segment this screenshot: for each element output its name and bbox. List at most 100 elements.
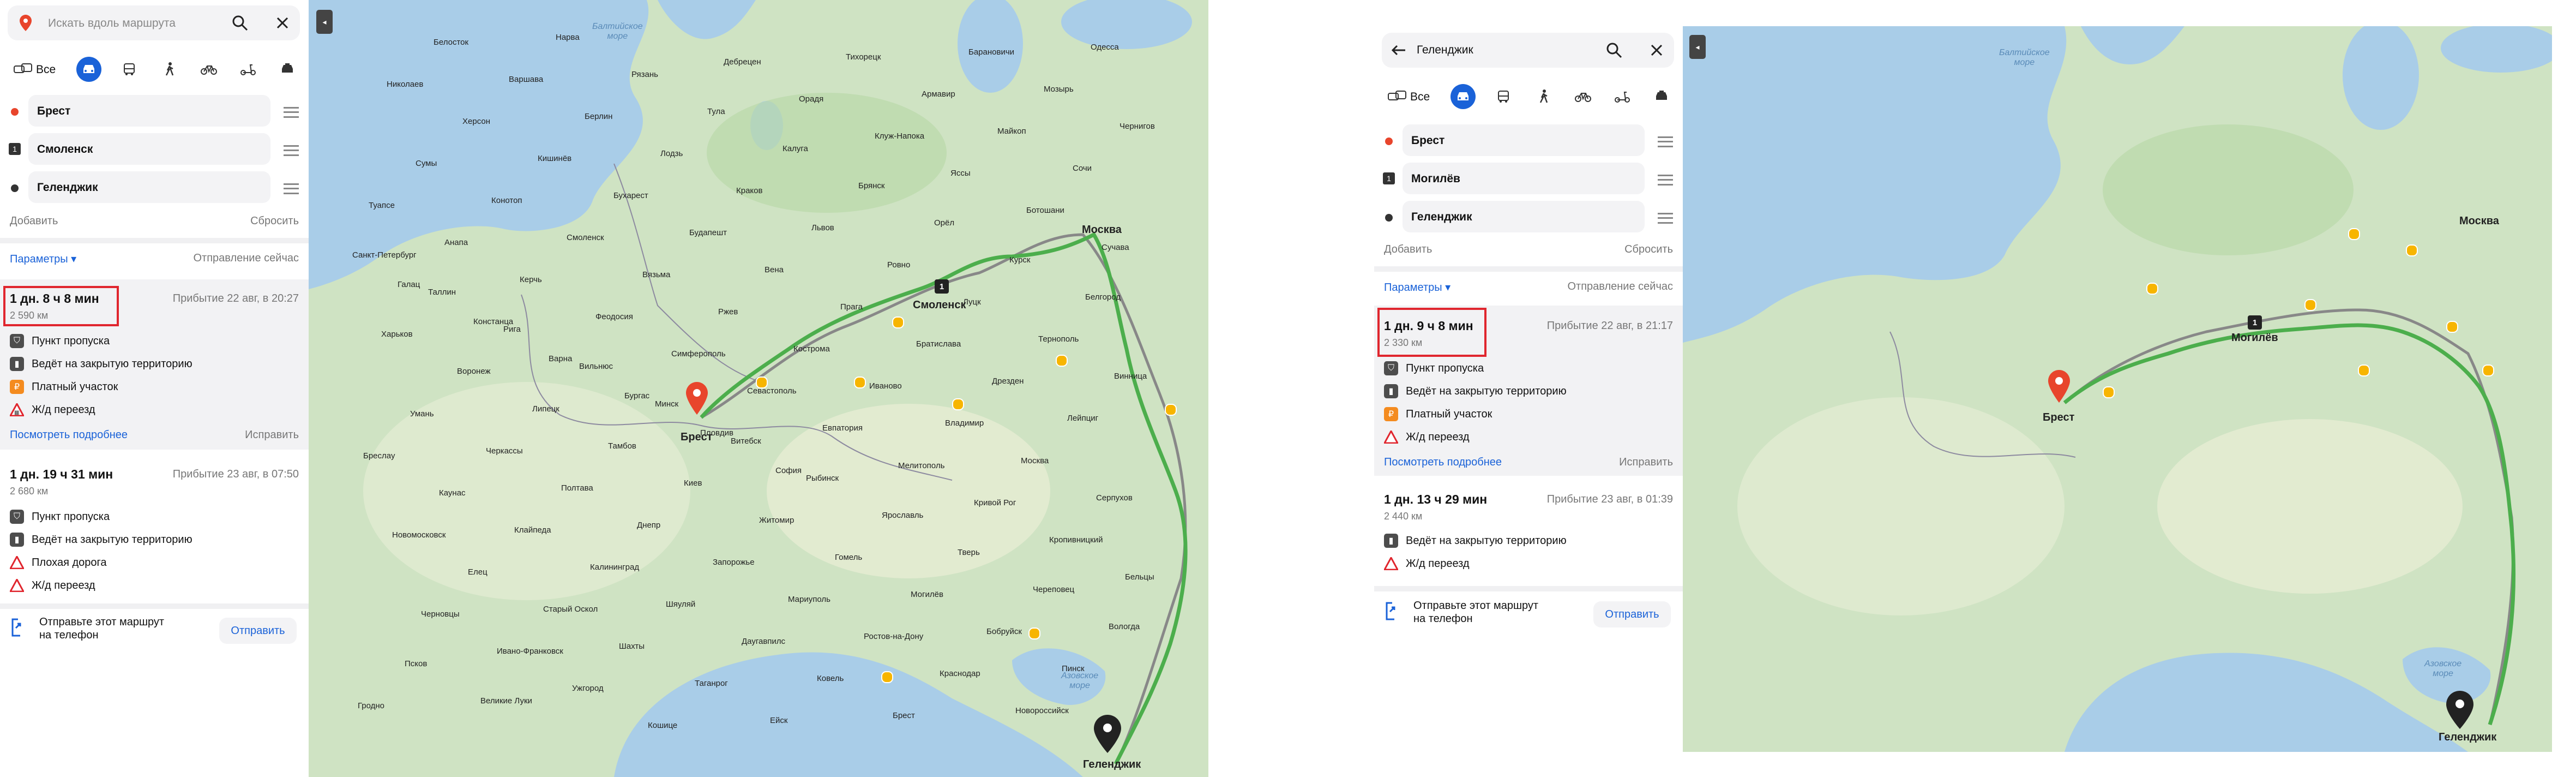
poi-marker[interactable] (2406, 244, 2418, 256)
parameters-dropdown[interactable]: Параметры ▾ (1384, 280, 1450, 294)
waypoint-field[interactable]: Брест (1403, 124, 1645, 156)
waypoint-field[interactable]: Брест (28, 95, 270, 127)
drag-handle-icon[interactable] (284, 183, 299, 194)
waypoint-row[interactable]: Брест (1374, 124, 1683, 158)
add-waypoint-link[interactable]: Добавить (1384, 243, 1432, 256)
map-right[interactable]: ◂ Балтийское море Азовское море Брест Мо… (1683, 26, 2552, 752)
search-icon[interactable] (230, 13, 250, 33)
poi-marker[interactable] (881, 671, 893, 683)
view-details-link[interactable]: Посмотреть подробнее (10, 429, 128, 441)
waypoint-label: Могилёв (1411, 172, 1460, 185)
map-place-label: Минск (655, 399, 679, 409)
reset-link[interactable]: Сбросить (1624, 243, 1673, 256)
start-pin[interactable] (686, 382, 708, 415)
send-button[interactable]: Отправить (219, 618, 297, 644)
back-arrow-icon[interactable] (1389, 41, 1408, 59)
end-pin[interactable] (2446, 691, 2473, 729)
mode-walk-button[interactable] (157, 57, 182, 82)
transport-modes: Все (0, 55, 309, 87)
search-icon[interactable] (1604, 40, 1624, 60)
poi-marker[interactable] (892, 316, 904, 328)
route-option[interactable]: 1 дн. 19 ч 31 мин 2 680 км Прибытие 23 а… (0, 456, 309, 603)
map-place-label: Бобруйск (986, 627, 1022, 636)
mode-taxi-button[interactable] (275, 57, 300, 82)
close-icon[interactable] (273, 13, 292, 33)
waypoint-row[interactable]: Геленджик (1374, 201, 1683, 235)
departure-time[interactable]: Отправление сейчас (194, 252, 299, 265)
waypoint-field[interactable]: Геленджик (1403, 201, 1645, 232)
mode-taxi-button[interactable] (1649, 84, 1674, 109)
drag-handle-icon[interactable] (1658, 175, 1673, 186)
city-label: Геленджик (2439, 731, 2497, 743)
poi-marker[interactable] (2482, 364, 2494, 376)
mode-scooter-button[interactable] (1610, 84, 1635, 109)
waypoint-marker[interactable]: 1 (2248, 315, 2262, 330)
map-place-label: Евпатория (822, 423, 863, 433)
fix-route-link[interactable]: Исправить (245, 429, 299, 441)
send-button[interactable]: Отправить (1593, 601, 1671, 627)
map-place-label: Смоленск (567, 233, 604, 242)
mode-transit-button[interactable] (1491, 84, 1516, 109)
parameters-dropdown[interactable]: Параметры ▾ (10, 252, 76, 266)
waypoint-label: Брест (1411, 134, 1445, 147)
poi-marker[interactable] (854, 376, 866, 388)
all-modes-label[interactable]: Все (36, 63, 56, 76)
waypoint-field[interactable]: Могилёв (1403, 163, 1645, 194)
mode-walk-button[interactable] (1531, 84, 1556, 109)
mode-car-button[interactable] (76, 57, 101, 82)
route-option[interactable]: 1 дн. 13 ч 29 мин 2 440 км Прибытие 23 а… (1374, 482, 1683, 581)
search-value[interactable]: Геленджик (1417, 44, 1473, 57)
route-duration: 1 дн. 13 ч 29 мин (1384, 492, 1488, 506)
route-search-bar[interactable]: Искать вдоль маршрута (8, 5, 300, 40)
all-modes-label[interactable]: Все (1410, 91, 1430, 104)
map-left[interactable]: ◂ Балтийское море Азовское море Брест См… (309, 0, 1208, 777)
mode-transit-button[interactable] (117, 57, 142, 82)
drag-handle-icon[interactable] (284, 145, 299, 156)
mode-scooter-button[interactable] (236, 57, 261, 82)
add-waypoint-link[interactable]: Добавить (10, 215, 58, 228)
collapse-panel-button[interactable]: ◂ (316, 10, 333, 34)
all-modes-icon[interactable] (12, 61, 34, 77)
fix-route-link[interactable]: Исправить (1619, 456, 1673, 469)
waypoint-field[interactable]: Смоленск (28, 133, 270, 165)
waypoint-row[interactable]: Брест (0, 95, 309, 129)
map-place-label: Конотоп (491, 196, 522, 205)
map-place-label: Ростов-на-Дону (864, 632, 924, 641)
waypoint-marker[interactable]: 1 (935, 279, 949, 294)
poi-marker[interactable] (1028, 627, 1040, 639)
waypoint-field[interactable]: Геленджик (28, 171, 270, 203)
route-arrival: Прибытие 23 авг, в 01:39 (1546, 493, 1673, 505)
map-place-label: Пинск (1062, 664, 1085, 673)
waypoint-row[interactable]: Геленджик (0, 171, 309, 205)
mode-car-button[interactable] (1450, 84, 1476, 109)
waypoint-row[interactable]: 1 Смоленск (0, 133, 309, 167)
close-icon[interactable] (1647, 40, 1666, 60)
poi-marker[interactable] (952, 398, 964, 410)
sea-label: Балтийское море (592, 22, 643, 41)
start-pin[interactable] (2048, 370, 2070, 403)
poi-marker[interactable] (2304, 299, 2316, 311)
poi-marker[interactable] (2103, 386, 2115, 398)
drag-handle-icon[interactable] (1658, 213, 1673, 224)
view-details-link[interactable]: Посмотреть подробнее (1384, 456, 1502, 469)
poi-marker[interactable] (2146, 283, 2158, 295)
poi-marker[interactable] (2446, 321, 2458, 333)
mode-bike-button[interactable] (196, 57, 221, 82)
poi-marker[interactable] (2348, 228, 2360, 240)
route-search-bar[interactable]: Геленджик (1382, 33, 1674, 68)
drag-handle-icon[interactable] (284, 107, 299, 118)
waypoint-row[interactable]: 1 Могилёв (1374, 163, 1683, 196)
route-feature: Ж/д переезд (1406, 558, 1470, 570)
poi-marker[interactable] (1165, 404, 1177, 416)
route-feature: Ж/д переезд (32, 404, 95, 416)
all-modes-icon[interactable] (1386, 88, 1408, 105)
end-pin[interactable] (1094, 715, 1121, 753)
map-place-label: Ивано-Франковск (497, 647, 563, 656)
departure-time[interactable]: Отправление сейчас (1568, 280, 1674, 293)
reset-link[interactable]: Сбросить (250, 215, 299, 228)
poi-marker[interactable] (2358, 364, 2370, 376)
drag-handle-icon[interactable] (1658, 136, 1673, 147)
poi-marker[interactable] (1056, 355, 1068, 367)
mode-bike-button[interactable] (1570, 84, 1596, 109)
collapse-panel-button[interactable]: ◂ (1689, 35, 1706, 59)
